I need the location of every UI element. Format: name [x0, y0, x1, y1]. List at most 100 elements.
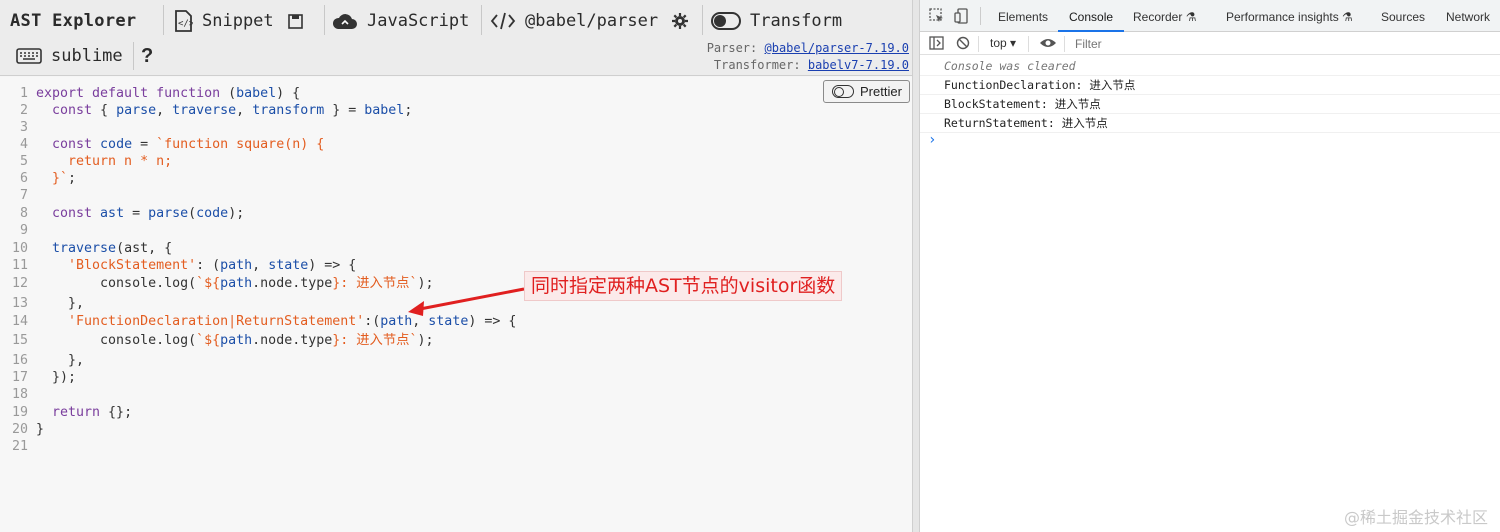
- code-token: babel: [364, 103, 405, 118]
- code-token: `${: [196, 333, 221, 348]
- code-token: path: [220, 258, 253, 273]
- code-line: 21: [0, 438, 900, 455]
- keyboard-icon: [16, 48, 42, 64]
- code-token: ;: [68, 171, 77, 186]
- parser-selector[interactable]: @babel/parser: [490, 6, 697, 36]
- toolbar-divider: [702, 5, 703, 35]
- context-selector[interactable]: top ▾: [990, 36, 1016, 50]
- language-selector[interactable]: JavaScript: [332, 6, 469, 36]
- tab-console[interactable]: Console: [1058, 0, 1125, 32]
- line-number: 14: [11, 314, 28, 329]
- toolbar-divider: [163, 5, 164, 35]
- toolbar-divider: [1064, 36, 1065, 52]
- code-token: const: [36, 206, 93, 221]
- line-number: 4: [19, 137, 28, 152]
- console-message: ReturnStatement: 进入节点: [944, 116, 1108, 130]
- code-token: traverse: [36, 241, 117, 256]
- code-token: (: [220, 86, 237, 101]
- code-token: code: [92, 137, 133, 152]
- console-message: FunctionDeclaration: 进入节点: [944, 78, 1136, 92]
- help-icon: ?: [141, 44, 154, 67]
- code-token: `${: [196, 276, 221, 291]
- tab-sources[interactable]: Sources: [1381, 0, 1425, 32]
- code-token: const: [36, 103, 93, 118]
- code-token: parse: [148, 206, 189, 221]
- line-number: 16: [11, 353, 28, 368]
- toolbar-divider: [1028, 36, 1029, 52]
- code-token: .node.type: [252, 276, 333, 291]
- code-line: 8 const ast = parse(code);: [0, 205, 900, 222]
- code-line: 7: [0, 187, 900, 204]
- line-number: 20: [11, 422, 28, 437]
- code-icon: [490, 12, 516, 30]
- divider: [920, 132, 1500, 133]
- toolbar-divider: [978, 36, 979, 52]
- filter-input[interactable]: [1070, 35, 1496, 53]
- code-token: ) => {: [308, 258, 357, 273]
- line-number: 19: [11, 405, 28, 420]
- transform-toggle[interactable]: Transform: [711, 6, 842, 36]
- line-number: 2: [19, 103, 28, 118]
- snippet-label: Snippet: [202, 11, 274, 31]
- code-line: 10 traverse(ast, {: [0, 240, 900, 257]
- tab-network[interactable]: Network: [1446, 0, 1490, 32]
- toggle-icon: [711, 12, 741, 30]
- code-token: :(: [364, 314, 381, 329]
- line-number: 10: [11, 241, 28, 256]
- line-number: 9: [19, 223, 28, 238]
- code-token: ;: [404, 103, 413, 118]
- code-token: console.log(: [36, 333, 197, 348]
- console-toolbar: top ▾: [920, 33, 1500, 55]
- transform-label: Transform: [750, 11, 843, 31]
- prettier-button[interactable]: Prettier: [823, 80, 910, 103]
- keymap-selector[interactable]: sublime: [16, 41, 123, 71]
- code-token: traverse: [172, 103, 237, 118]
- code-line: 5 return n * n;: [0, 153, 900, 170]
- code-token: : (: [196, 258, 221, 273]
- code-line: 1 export default function (babel) {: [0, 85, 900, 102]
- snippet-button[interactable]: </> Snippet: [173, 6, 312, 36]
- devtools-pane: Elements Console Recorder ⚗ Performance …: [920, 0, 1500, 532]
- clear-console-icon[interactable]: [956, 36, 970, 53]
- code-token: state: [268, 258, 309, 273]
- line-number: 17: [11, 370, 28, 385]
- ast-explorer-pane: AST Explorer </> Snippet JavaScript @bab…: [0, 0, 912, 532]
- code-token: ) {: [276, 86, 301, 101]
- toolbar-divider: [481, 5, 482, 35]
- tab-elements[interactable]: Elements: [998, 0, 1048, 32]
- device-toolbar-icon[interactable]: [954, 8, 970, 29]
- code-token: 'FunctionDeclaration|ReturnStatement': [36, 314, 365, 329]
- code-token: code: [196, 206, 229, 221]
- inspect-icon[interactable]: [929, 8, 945, 29]
- keymap-label: sublime: [51, 46, 123, 66]
- parser-version-link[interactable]: @babel/parser-7.19.0: [765, 41, 910, 55]
- tab-recorder[interactable]: Recorder ⚗: [1133, 0, 1196, 32]
- line-number: 3: [19, 120, 28, 135]
- svg-text:</>: </>: [178, 19, 193, 29]
- code-token: }`: [36, 171, 69, 186]
- code-line: 15 console.log(`${path.node.type}: 进入节点`…: [0, 332, 900, 349]
- line-number: 7: [19, 188, 28, 203]
- app-title: AST Explorer: [10, 6, 136, 36]
- tab-performance-insights[interactable]: Performance insights ⚗: [1226, 0, 1353, 32]
- code-line: 2 const { parse, traverse, transform } =…: [0, 102, 900, 119]
- toggle-icon: [832, 85, 854, 98]
- save-icon[interactable]: [287, 13, 303, 29]
- code-token: parse: [116, 103, 157, 118]
- help-button[interactable]: ?: [141, 41, 153, 71]
- transformer-version-label: Transformer:: [713, 58, 801, 72]
- code-token: `function square(n) {: [156, 137, 325, 152]
- line-number: 1: [19, 86, 28, 101]
- panel-splitter[interactable]: [912, 0, 920, 532]
- code-line: 3: [0, 119, 900, 136]
- code-token: =: [124, 206, 149, 221]
- code-line: 9: [0, 222, 900, 239]
- toolbar: AST Explorer </> Snippet JavaScript @bab…: [0, 0, 912, 76]
- console-prompt[interactable]: ›: [928, 132, 936, 148]
- sidebar-toggle-icon[interactable]: [929, 36, 944, 53]
- code-token: return: [36, 405, 101, 420]
- gear-icon[interactable]: [672, 13, 689, 29]
- transformer-version-link[interactable]: babelv7-7.19.0: [808, 58, 909, 72]
- eye-icon[interactable]: [1039, 37, 1057, 52]
- code-token: },: [36, 353, 85, 368]
